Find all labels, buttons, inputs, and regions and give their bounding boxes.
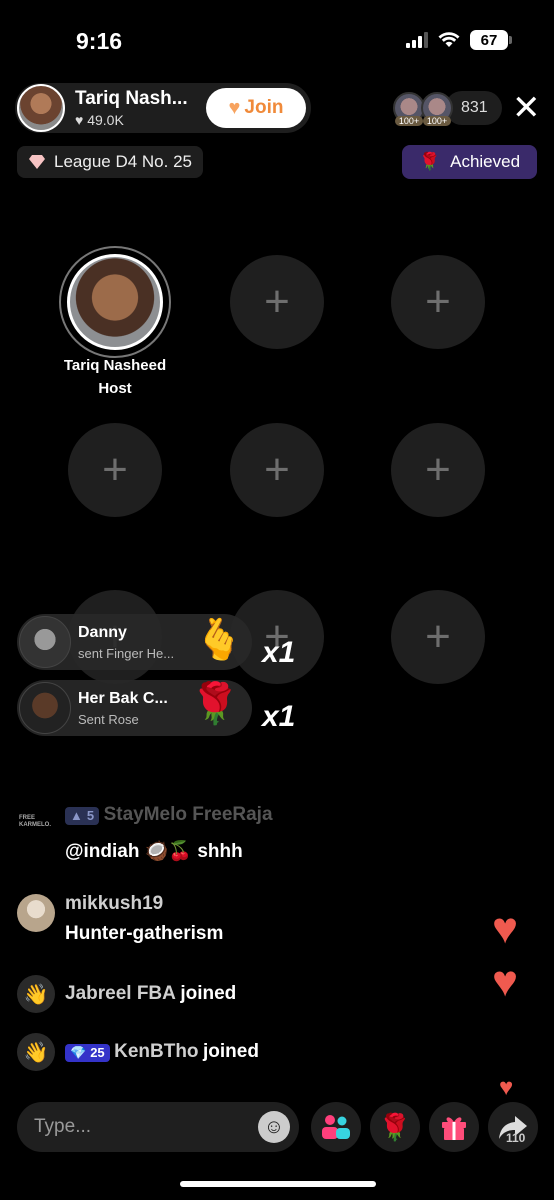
host-seat-label: Tariq Nasheed Host: [40, 354, 190, 400]
achieved-label: Achieved: [450, 152, 521, 171]
chat-text: joined: [203, 1041, 259, 1062]
wave-icon: 👋: [17, 975, 55, 1013]
close-icon[interactable]: ✕: [512, 91, 541, 125]
gift-sender-avatar: [19, 616, 71, 668]
chat-user-avatar[interactable]: [17, 894, 55, 932]
plus-icon: +: [425, 277, 451, 326]
gift-icon: [442, 1117, 466, 1140]
home-indicator[interactable]: [180, 1181, 376, 1187]
guests-icon: [322, 1115, 350, 1139]
diamond-icon: [29, 155, 45, 169]
chat-text: @indiah 🥥🍒 shhh: [65, 841, 243, 862]
join-label: Join: [244, 97, 284, 118]
wave-icon: 👋: [17, 1033, 55, 1071]
rose-gift-button[interactable]: 🌹: [370, 1102, 420, 1152]
chat-message: 💎 25 KenBTho joined: [65, 1041, 259, 1063]
rose-icon: 🌹: [190, 682, 240, 726]
league-label: League D4 No. 25: [54, 152, 192, 171]
empty-seat[interactable]: +: [68, 423, 162, 517]
host-name: Tariq Nash...: [75, 88, 188, 109]
gift-sender-name: Her Bak C...: [78, 689, 168, 707]
gift-description: Sent Rose: [78, 711, 139, 727]
floating-heart-icon: ♥: [492, 957, 519, 1006]
floating-heart-icon: ♥: [492, 904, 519, 953]
gem-icon: 💎: [70, 1044, 87, 1060]
triangle-icon: ▲: [70, 808, 83, 824]
emoji-icon[interactable]: ☺: [258, 1111, 290, 1143]
gift-count: x1: [262, 636, 296, 669]
status-indicators: 67: [406, 30, 512, 50]
level-badge: ▲ 5: [65, 806, 100, 825]
host-likes: ♥ 49.0K: [75, 112, 206, 128]
comment-input[interactable]: [17, 1102, 299, 1152]
rose-icon: 🌹: [378, 1111, 412, 1142]
gift-sender-avatar: [19, 682, 71, 734]
heart-icon: ♥: [75, 112, 84, 128]
chat-username[interactable]: KenBTho: [114, 1041, 198, 1062]
join-button[interactable]: ♥ Join: [206, 88, 306, 128]
status-time: 9:16: [76, 28, 123, 54]
host-seat-avatar: [67, 254, 163, 350]
wifi-icon: [438, 32, 460, 47]
host-seat-name: Tariq Nasheed: [63, 357, 167, 374]
empty-seat[interactable]: +: [230, 423, 324, 517]
heart-plus-icon: ♥: [228, 96, 241, 119]
plus-icon: +: [425, 612, 451, 661]
empty-seat[interactable]: +: [391, 423, 485, 517]
level-number: 25: [90, 1045, 105, 1061]
host-seat-role: Host: [98, 380, 132, 397]
gift-sender-name: Danny: [78, 623, 127, 641]
plus-icon: +: [425, 445, 451, 494]
top-viewers[interactable]: 100+ 100+ 831: [393, 91, 502, 126]
plus-icon: +: [264, 277, 290, 326]
host-info-pill[interactable]: Tariq Nash... ♥ 49.0K ♥ Join: [15, 83, 311, 133]
league-badge[interactable]: League D4 No. 25: [17, 146, 203, 178]
rose-icon: 🌹: [418, 152, 441, 171]
plus-icon: +: [102, 445, 128, 494]
viewer-avatar[interactable]: 100+: [421, 92, 453, 126]
viewer-count[interactable]: 831: [445, 91, 502, 125]
empty-seat[interactable]: +: [230, 255, 324, 349]
empty-seat[interactable]: +: [391, 590, 485, 684]
battery-icon: 67: [470, 30, 512, 50]
host-seat[interactable]: [59, 246, 171, 358]
floating-heart-icon: ♥: [499, 1074, 514, 1101]
guests-button[interactable]: [311, 1102, 361, 1152]
chat-message: ▲ 5 StayMelo FreeRaja @indiah 🥥🍒 shhh: [65, 804, 273, 863]
chat-username[interactable]: Jabreel FBA: [65, 983, 176, 1004]
finger-heart-icon: 🫰: [194, 618, 244, 662]
plus-icon: +: [264, 445, 290, 494]
chat-username[interactable]: StayMelo FreeRaja: [104, 804, 273, 825]
chat-message: Jabreel FBA joined: [65, 983, 236, 1005]
gift-button[interactable]: [429, 1102, 479, 1152]
viewer-badge: 100+: [423, 116, 451, 126]
share-count: 110: [506, 1131, 526, 1145]
host-likes-value: 49.0K: [87, 112, 124, 128]
chat-text: Hunter-gatherism: [65, 923, 224, 944]
viewer-badge: 100+: [395, 116, 423, 126]
chat-text: joined: [180, 983, 237, 1004]
level-badge: 💎 25: [65, 1043, 110, 1062]
chat-message: mikkush19 Hunter-gatherism: [65, 893, 223, 945]
gift-description: sent Finger He...: [78, 645, 175, 661]
empty-seat[interactable]: +: [391, 255, 485, 349]
gift-count: x1: [262, 700, 296, 733]
host-avatar[interactable]: [17, 84, 65, 132]
level-number: 5: [86, 808, 95, 824]
signal-icon: [406, 32, 428, 48]
achieved-badge[interactable]: 🌹 Achieved: [402, 145, 537, 179]
chat-username[interactable]: mikkush19: [65, 893, 223, 915]
chat-avatar-logo: FREE KARMELO.: [19, 815, 51, 828]
